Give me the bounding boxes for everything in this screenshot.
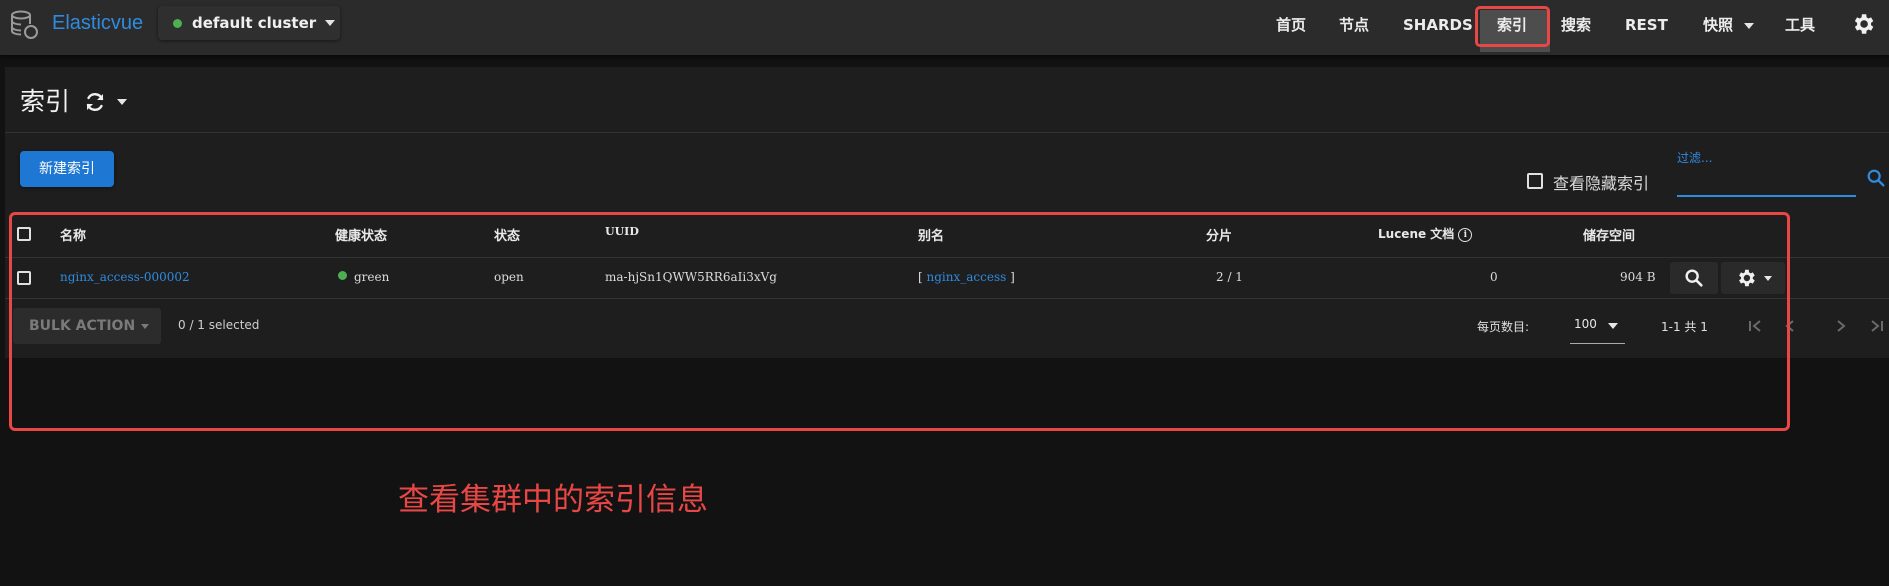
nav-item-snapshots[interactable]: 快照 bbox=[1703, 14, 1755, 36]
nav-item-snapshots-label: 快照 bbox=[1703, 16, 1734, 34]
index-toolbar: 新建索引 查看隐藏索引 过滤... bbox=[5, 133, 1889, 211]
table-highlight-box bbox=[9, 212, 1790, 431]
cluster-status-dot bbox=[173, 18, 182, 28]
nav-item-search[interactable]: 搜索 bbox=[1561, 14, 1591, 36]
top-app-bar: Elasticvue default cluster 首页 节点 SHARDS … bbox=[0, 0, 1889, 55]
nav-item-shards[interactable]: SHARDS bbox=[1403, 14, 1473, 36]
chevron-down-icon bbox=[1744, 22, 1755, 29]
cluster-name: default cluster bbox=[192, 14, 317, 32]
filter-input[interactable] bbox=[1677, 163, 1856, 197]
refresh-icon[interactable] bbox=[83, 90, 107, 114]
search-icon[interactable] bbox=[1865, 167, 1887, 189]
gear-icon[interactable] bbox=[1850, 11, 1876, 37]
annotation-caption: 查看集群中的索引信息 bbox=[398, 482, 708, 518]
nav-item-tools[interactable]: 工具 bbox=[1785, 14, 1815, 36]
nav-item-rest[interactable]: REST bbox=[1625, 14, 1668, 36]
page-header: 索引 bbox=[5, 67, 1889, 133]
chevron-down-icon bbox=[325, 20, 336, 26]
cluster-selector[interactable]: default cluster bbox=[158, 6, 340, 40]
new-index-button[interactable]: 新建索引 bbox=[20, 151, 114, 187]
app-title[interactable]: Elasticvue bbox=[52, 12, 143, 35]
database-icon[interactable] bbox=[7, 8, 41, 42]
page-title: 索引 bbox=[20, 87, 71, 116]
show-hidden-checkbox[interactable] bbox=[1527, 173, 1543, 189]
next-page-icon[interactable] bbox=[1831, 316, 1851, 336]
nav-highlight-box bbox=[1475, 6, 1550, 47]
show-hidden-label[interactable]: 查看隐藏索引 bbox=[1553, 170, 1649, 194]
last-page-icon[interactable] bbox=[1867, 316, 1887, 336]
nav-item-home[interactable]: 首页 bbox=[1276, 14, 1306, 36]
refresh-menu-chevron-icon[interactable] bbox=[117, 99, 127, 105]
nav-item-nodes[interactable]: 节点 bbox=[1339, 14, 1369, 36]
